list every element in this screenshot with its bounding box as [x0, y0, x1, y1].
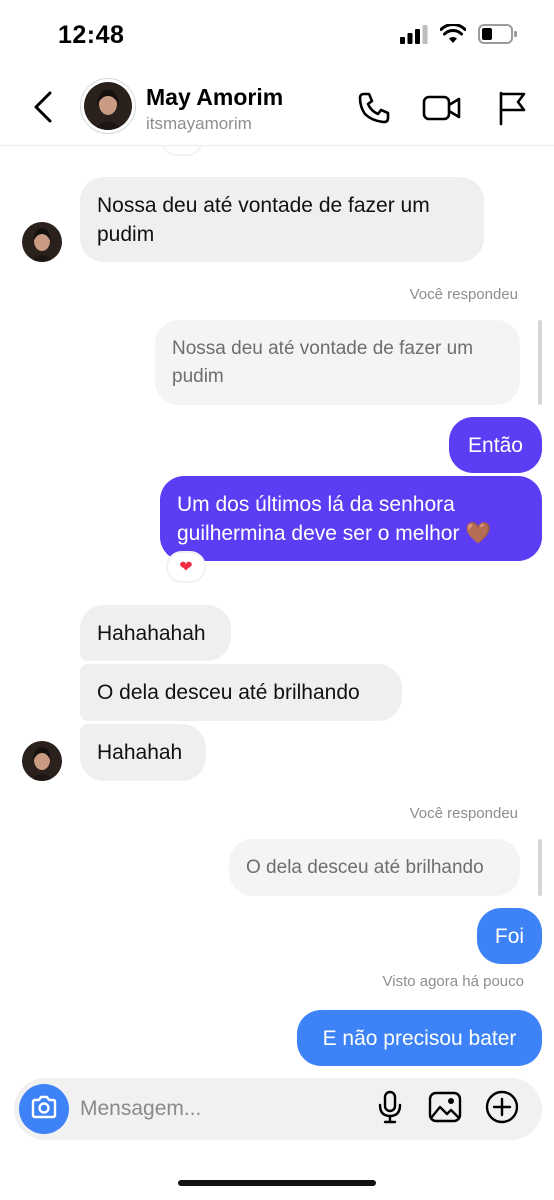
wifi-icon — [439, 23, 467, 49]
chat-header: May Amorim itsmayamorim — [0, 72, 554, 146]
incoming-message[interactable]: O dela desceu até brilhando — [80, 664, 402, 721]
message-text: Então — [468, 433, 523, 457]
video-camera-icon — [422, 93, 462, 128]
message-text: Hahahahah — [97, 621, 206, 645]
home-indicator — [178, 1180, 376, 1186]
message-text: O dela desceu até brilhando — [97, 681, 360, 704]
message-text-line: guilhermina deve ser o melhor 🤎 — [177, 521, 492, 545]
message-text-line: Nossa deu até vontade de fazer um — [97, 193, 430, 217]
incoming-message[interactable]: Nossa deu até vontade de fazer um pudim — [80, 177, 484, 262]
message-input[interactable] — [80, 1092, 360, 1126]
heart-icon: ❤ — [179, 559, 193, 576]
more-options-button[interactable] — [484, 1090, 520, 1129]
contact-username: itsmayamorim — [146, 114, 252, 133]
signal-icon — [400, 24, 428, 49]
message-text: Foi — [494, 924, 525, 948]
outgoing-message[interactable]: Então — [449, 417, 542, 473]
voice-message-button[interactable] — [372, 1090, 408, 1129]
message-text-line: Um dos últimos lá da senhora — [177, 492, 455, 516]
gallery-button[interactable] — [427, 1091, 463, 1127]
contact-avatar[interactable] — [80, 78, 136, 134]
reaction-badge[interactable]: ❤ — [166, 551, 206, 583]
seen-label: Visto agora há pouco — [382, 973, 525, 990]
contact-name[interactable]: May Amorim — [146, 84, 283, 111]
flag-icon — [496, 90, 528, 131]
image-icon — [428, 1091, 462, 1128]
back-button[interactable] — [28, 90, 58, 128]
contact-avatar-small[interactable] — [22, 222, 62, 262]
microphone-icon — [377, 1090, 403, 1129]
incoming-message[interactable]: Hahahah — [80, 724, 206, 781]
chevron-left-icon — [33, 91, 53, 128]
reply-indicator-bar — [538, 320, 542, 405]
quoted-message[interactable]: O dela desceu até brilhando — [229, 839, 520, 896]
quote-text: O dela desceu até brilhando — [246, 856, 484, 878]
quoted-message[interactable]: Nossa deu até vontade de fazer um pudim — [155, 320, 520, 405]
status-icons — [400, 23, 518, 49]
camera-button[interactable] — [19, 1084, 69, 1134]
status-bar: 12:48 — [0, 0, 554, 72]
outgoing-message[interactable]: E não precisou bater — [297, 1010, 542, 1066]
outgoing-message[interactable]: Um dos últimos lá da senhora guilhermina… — [160, 476, 542, 561]
outgoing-message[interactable]: Foi — [477, 908, 542, 964]
message-text: Hahahah — [97, 741, 183, 764]
reply-label: Você respondeu — [409, 286, 518, 303]
message-text-line: pudim — [97, 222, 155, 246]
contact-avatar-small[interactable] — [22, 741, 62, 781]
call-button[interactable] — [354, 90, 394, 130]
report-button[interactable] — [492, 90, 532, 130]
plus-circle-icon — [485, 1090, 519, 1129]
quote-text-line: Nossa deu até vontade de fazer um — [172, 337, 474, 359]
camera-icon — [30, 1095, 58, 1124]
reply-indicator-bar — [538, 839, 542, 896]
phone-icon — [357, 91, 391, 130]
quote-text-line: pudim — [172, 365, 224, 387]
status-time: 12:48 — [58, 21, 125, 49]
reply-label: Você respondeu — [409, 805, 518, 822]
message-text: E não precisou bater — [322, 1026, 517, 1050]
message-composer — [14, 1078, 542, 1140]
incoming-message[interactable]: Hahahahah — [80, 605, 231, 661]
video-call-button[interactable] — [422, 90, 462, 130]
battery-icon — [478, 24, 518, 49]
